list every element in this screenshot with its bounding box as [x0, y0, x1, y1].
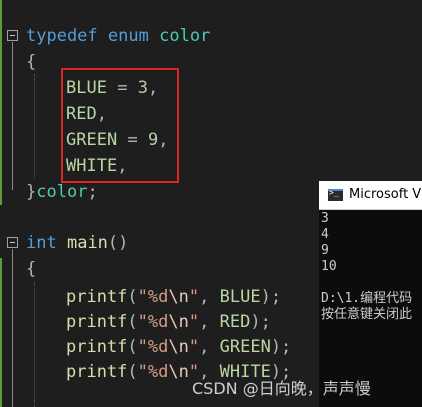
- arg-blue: BLUE: [219, 287, 261, 307]
- function-printf: printf: [66, 362, 128, 382]
- console-window[interactable]: Microsoft Vis 3 4 9 10 D:\1.编程代码 按任意键关闭此: [319, 181, 422, 407]
- code-line: printf("%d\n", RED);: [66, 309, 271, 335]
- format-string-end: ": [188, 337, 200, 357]
- escape-sequence: \n: [168, 312, 189, 332]
- format-string: "%d: [137, 362, 169, 382]
- escape-sequence: \n: [168, 362, 189, 382]
- console-titlebar[interactable]: Microsoft Vis: [319, 181, 422, 210]
- function-printf: printf: [66, 337, 128, 357]
- function-printf: printf: [66, 312, 128, 332]
- paren-open: (: [127, 287, 138, 307]
- collapse-icon[interactable]: [7, 30, 18, 41]
- semicolon: ;: [87, 182, 98, 202]
- type-name: color: [36, 182, 88, 202]
- paren-open: (: [127, 312, 138, 332]
- console-output: 3 4 9 10 D:\1.编程代码 按任意键关闭此: [321, 211, 422, 323]
- escape-sequence: \n: [168, 337, 189, 357]
- indent-guide: [34, 282, 35, 407]
- code-line: {: [26, 256, 36, 282]
- watermark: CSDN @日向晚，声声慢: [192, 379, 371, 398]
- console-line: 4: [321, 227, 329, 242]
- brace-close: }: [26, 182, 37, 202]
- format-string-end: ": [188, 312, 200, 332]
- console-line: D:\1.编程代码: [321, 291, 413, 306]
- statement-end: );: [260, 287, 282, 307]
- format-string: "%d: [137, 312, 169, 332]
- code-line: printf("%d\n", BLUE);: [66, 284, 281, 310]
- comma: ,: [199, 287, 210, 307]
- code-line: int main(): [26, 230, 128, 256]
- keyword-enum: enum: [107, 26, 149, 46]
- code-line: printf("%d\n", GREEN);: [66, 334, 291, 360]
- change-indicator-bar: [0, 0, 2, 205]
- parens: (): [107, 233, 129, 253]
- enum-tag: color: [159, 26, 211, 46]
- format-string: "%d: [137, 337, 169, 357]
- indent-guide: [34, 74, 35, 178]
- console-app-icon: [328, 188, 343, 201]
- paren-open: (: [127, 337, 138, 357]
- fold-guide-line: [12, 42, 13, 190]
- console-line: 9: [321, 243, 329, 258]
- escape-sequence: \n: [168, 287, 189, 307]
- arg-red: RED: [219, 312, 251, 332]
- paren-open: (: [127, 362, 138, 382]
- console-line: 3: [321, 211, 329, 226]
- console-line: 按任意键关闭此: [321, 307, 413, 322]
- format-string-end: ": [188, 287, 200, 307]
- comma: ,: [199, 312, 210, 332]
- arg-green: GREEN: [219, 337, 271, 357]
- function-printf: printf: [66, 287, 128, 307]
- code-line: typedef enum color: [26, 23, 210, 49]
- brace-open: {: [26, 52, 37, 72]
- console-title: Microsoft Vis: [349, 187, 422, 202]
- keyword-typedef: typedef: [26, 26, 98, 46]
- keyword-int: int: [26, 233, 57, 253]
- statement-end: );: [250, 312, 271, 332]
- console-line: 10: [321, 259, 337, 274]
- change-indicator-bar: [0, 258, 2, 407]
- function-main: main: [66, 233, 108, 253]
- statement-end: );: [270, 337, 292, 357]
- highlight-box: [61, 68, 179, 183]
- format-string: "%d: [137, 287, 169, 307]
- collapse-icon[interactable]: [7, 237, 18, 248]
- fold-guide-line: [12, 249, 13, 407]
- brace-open: {: [26, 259, 37, 279]
- comma: ,: [199, 337, 210, 357]
- code-line: {: [26, 49, 36, 75]
